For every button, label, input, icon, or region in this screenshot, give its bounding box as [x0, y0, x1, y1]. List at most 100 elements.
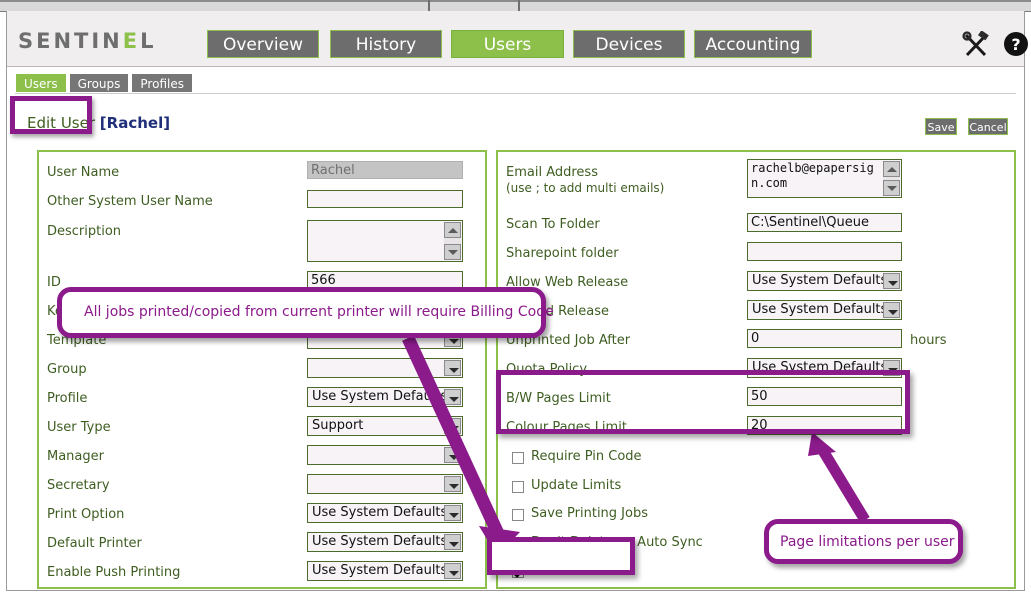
allow-web-release-value: Use System Defaults [752, 273, 888, 288]
nav-tab-users-label: Users [483, 35, 532, 55]
sub-tab-users[interactable]: Users [15, 73, 67, 93]
svg-text:?: ? [1011, 35, 1020, 54]
sub-tab-groups[interactable]: Groups [68, 73, 130, 93]
app-header: SENTINEL Overview History Users Devices … [7, 11, 1028, 67]
email-address-value: rachelb@epapersign.com [751, 161, 874, 190]
label-default-printer: Default Printer [47, 536, 142, 551]
label-group: Group [47, 362, 87, 377]
chevron-down-icon[interactable] [444, 534, 461, 550]
description-scrollbar[interactable] [444, 222, 461, 260]
chevron-down-icon[interactable] [444, 563, 461, 579]
nav-tab-accounting-label: Accounting [705, 35, 801, 55]
label-secretary: Secretary [47, 478, 110, 493]
label-description: Description [47, 224, 122, 239]
sentinel-logo: SENTINEL [18, 29, 157, 53]
label-email-address: Email Address [506, 165, 598, 180]
user-name-input: Rachel [307, 161, 463, 179]
keypad-release-select[interactable]: Use System Defaults [747, 300, 902, 320]
highlight-force-bill-code [487, 537, 635, 575]
require-pin-code-label: Require Pin Code [531, 449, 642, 464]
nav-tab-devices-label: Devices [595, 35, 663, 55]
chevron-down-icon[interactable] [444, 476, 461, 492]
label-enable-push-printing: Enable Push Printing [47, 565, 181, 580]
default-printer-select-value: Use System Defaults [312, 534, 448, 549]
email-address-textarea[interactable]: rachelb@epapersign.com [747, 159, 902, 198]
save-printing-jobs-checkbox[interactable] [512, 509, 524, 521]
nav-tab-accounting[interactable]: Accounting [694, 30, 812, 58]
scroll-up-icon[interactable] [444, 222, 461, 238]
scroll-down-icon[interactable] [444, 244, 461, 260]
logo-text-after: L [140, 29, 157, 53]
save-printing-jobs-label: Save Printing Jobs [531, 506, 648, 521]
label-scan-to-folder: Scan To Folder [506, 217, 600, 232]
nav-tab-history[interactable]: History [330, 30, 442, 58]
label-manager: Manager [47, 449, 104, 464]
label-print-option: Print Option [47, 507, 125, 522]
chevron-down-icon[interactable] [883, 273, 900, 289]
description-textarea[interactable] [307, 220, 463, 262]
logo-highlight-letter: E [122, 29, 141, 53]
user-type-select-value: Support [312, 418, 364, 433]
manager-select[interactable] [307, 445, 463, 465]
nav-tab-overview[interactable]: Overview [207, 30, 319, 58]
update-limits-label: Update Limits [531, 478, 622, 493]
nav-tab-history-label: History [355, 35, 417, 55]
browser-tab-separator [518, 0, 520, 11]
scroll-down-icon[interactable] [883, 180, 900, 196]
keypad-release-value: Use System Defaults [752, 302, 888, 317]
print-option-select-value: Use System Defaults [312, 505, 448, 520]
print-option-select[interactable]: Use System Defaults [307, 503, 463, 523]
profile-select[interactable]: Use System Defaults [307, 387, 463, 407]
application-window: SENTINEL Overview History Users Devices … [0, 0, 1031, 598]
page-title-username: [Rachel] [99, 114, 171, 132]
callout-page-limitations-text: Page limitations per user [780, 534, 955, 550]
default-printer-select[interactable]: Use System Defaults [307, 532, 463, 552]
label-user-type: User Type [47, 420, 111, 435]
chevron-down-icon[interactable] [883, 302, 900, 318]
chevron-down-icon[interactable] [444, 418, 461, 434]
nav-tab-users[interactable]: Users [451, 30, 564, 58]
logo-text-before: SENTIN [18, 29, 123, 53]
label-profile: Profile [47, 391, 88, 406]
unprinted-job-after-input[interactable]: 0 [747, 329, 902, 348]
sub-tab-divider [15, 93, 1016, 94]
save-button-label: Save [927, 121, 955, 134]
sharepoint-folder-input[interactable] [747, 242, 902, 261]
user-type-select[interactable]: Support [307, 416, 463, 436]
chevron-down-icon[interactable] [444, 505, 461, 521]
label-email-address-sub: (use ; to add multi emails) [506, 181, 665, 195]
tools-icon[interactable] [961, 30, 991, 59]
highlight-edit-user [10, 96, 92, 134]
browser-tab-separator [428, 0, 430, 11]
label-sharepoint-folder: Sharepoint folder [506, 246, 619, 261]
secretary-select[interactable] [307, 474, 463, 494]
callout-billing-code-text: All jobs printed/copied from current pri… [84, 304, 554, 320]
chevron-down-icon[interactable] [444, 389, 461, 405]
label-user-name: User Name [47, 165, 120, 180]
group-select[interactable] [307, 358, 463, 378]
require-pin-code-checkbox[interactable] [512, 452, 524, 464]
nav-tab-devices[interactable]: Devices [573, 30, 685, 58]
email-scrollbar[interactable] [883, 161, 900, 196]
highlight-page-limits [496, 370, 910, 434]
browser-tab-strip [0, 0, 1031, 2]
save-button[interactable]: Save [925, 118, 957, 135]
enable-push-printing-select[interactable]: Use System Defaults [307, 561, 463, 581]
cancel-button[interactable]: Cancel [968, 118, 1008, 135]
allow-web-release-select[interactable]: Use System Defaults [747, 271, 902, 291]
cancel-button-label: Cancel [969, 121, 1007, 134]
chevron-down-icon[interactable] [444, 360, 461, 376]
help-icon[interactable]: ? [1003, 31, 1029, 57]
profile-select-value: Use System Defaults [312, 389, 448, 404]
label-other-system-user-name: Other System User Name [47, 194, 213, 209]
enable-push-printing-select-value: Use System Defaults [312, 563, 448, 578]
scroll-up-icon[interactable] [883, 161, 900, 177]
user-details-panel-left: User Name Rachel Other System User Name … [37, 150, 487, 589]
label-id: ID [47, 275, 61, 290]
chevron-down-icon[interactable] [444, 447, 461, 463]
scan-to-folder-input[interactable]: C:\Sentinel\Queue [747, 213, 902, 232]
update-limits-checkbox[interactable] [512, 481, 524, 493]
unprinted-job-after-unit: hours [910, 333, 947, 348]
sub-tab-profiles[interactable]: Profiles [131, 73, 193, 93]
other-system-user-name-input[interactable] [307, 190, 463, 208]
